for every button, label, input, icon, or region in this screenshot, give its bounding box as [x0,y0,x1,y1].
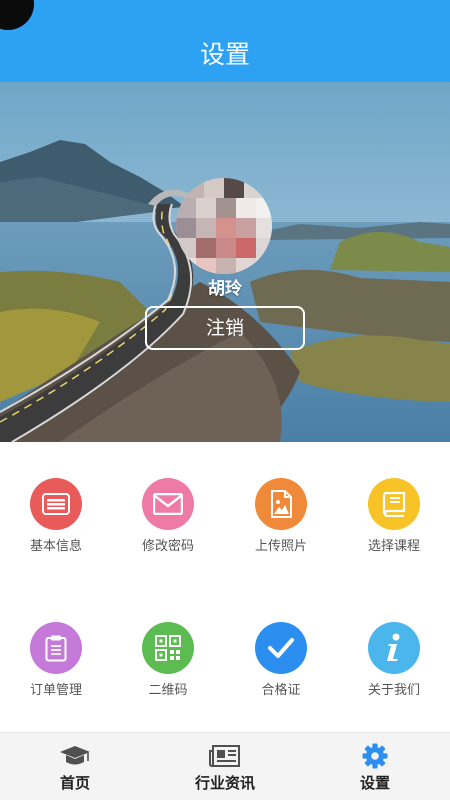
checkmark-icon [268,638,294,658]
header-bar: 设置 [0,0,450,82]
info-icon [387,633,400,661]
camera-notch [0,0,34,30]
user-name: 胡玲 [208,279,242,299]
menu-item-label: 关于我们 [367,683,420,698]
page-title: 设置 [199,40,250,69]
menu-item-label: 基本信息 [29,539,82,554]
nav-item-industry-news[interactable]: 行业资讯 [150,733,300,800]
menu-item-icon-circle [142,622,194,674]
menu-item-label: 选择课程 [367,539,420,554]
menu-item-icon-circle [255,622,307,674]
menu-item-order-management[interactable]: 订单管理 [0,622,112,699]
image-file-icon [271,490,292,518]
menu-item-label: 二维码 [148,683,188,698]
menu-item-basic-info[interactable]: 基本信息 [0,478,112,555]
qr-code-icon [155,635,181,661]
menu-item-label: 上传照片 [254,539,307,554]
clipboard-icon [45,635,67,662]
menu-item-choose-course[interactable]: 选择课程 [338,478,450,555]
id-card-icon [42,493,70,515]
menu-item-change-password[interactable]: 修改密码 [112,478,224,555]
settings-screen: 设置 胡玲 注销 基本信息 修改密码 上传照片 选择课程 订单管理 二维码 合格… [0,0,450,800]
gear-icon [362,743,388,769]
menu-item-icon-circle [368,622,420,674]
nav-item-label: 行业资讯 [194,774,255,792]
profile-banner: 胡玲 注销 [0,82,450,442]
menu-item-icon-circle [255,478,307,530]
menu-item-label: 订单管理 [29,683,82,698]
bottom-navigation: 首页 行业资讯 设置 [0,732,450,800]
menu-item-about-us[interactable]: 关于我们 [338,622,450,699]
graduation-cap-icon [60,746,90,765]
newspaper-icon [209,745,240,767]
menu-item-label: 合格证 [261,683,301,698]
menu-item-certificate[interactable]: 合格证 [225,622,337,699]
menu-item-icon-circle [30,478,82,530]
nav-item-home[interactable]: 首页 [0,733,150,800]
menu-item-upload-photo[interactable]: 上传照片 [225,478,337,555]
menu-item-icon-circle [142,478,194,530]
logout-button[interactable]: 注销 [145,306,305,350]
settings-menu-grid: 基本信息 修改密码 上传照片 选择课程 订单管理 二维码 合格证 关于我们 [0,442,450,732]
menu-item-icon-circle [30,622,82,674]
menu-item-icon-circle [368,478,420,530]
menu-item-label: 修改密码 [141,539,194,554]
nav-item-label: 设置 [359,774,390,792]
nav-item-label: 首页 [59,774,90,792]
menu-item-qr-code[interactable]: 二维码 [112,622,224,699]
envelope-icon [153,493,183,515]
nav-item-settings[interactable]: 设置 [300,733,450,800]
book-icon [382,491,406,517]
avatar[interactable] [176,178,272,274]
